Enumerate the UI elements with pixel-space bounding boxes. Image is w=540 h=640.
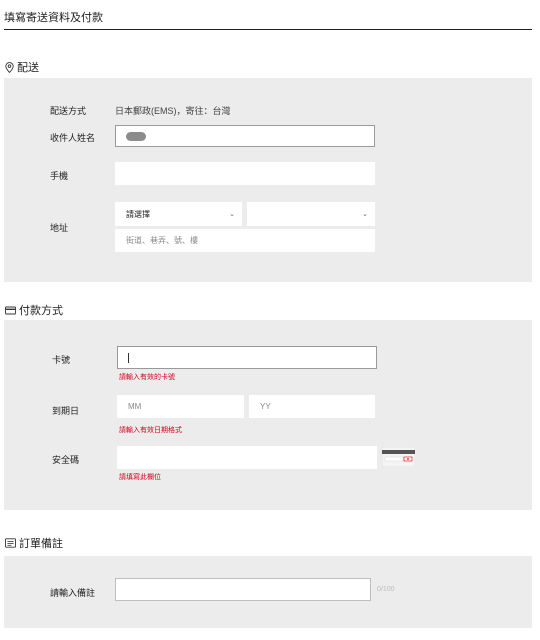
shipping-heading-label: 配送 <box>17 62 39 74</box>
cvc-label: 安全碼 <box>52 455 80 465</box>
phone-label: 手機 <box>50 171 69 181</box>
title-divider <box>4 29 532 30</box>
shipping-method-label: 配送方式 <box>50 106 87 116</box>
note-char-counter: 0/100 <box>377 586 395 593</box>
notes-heading: 訂單備註 <box>5 535 63 551</box>
expiry-year-placeholder: YY <box>260 402 271 411</box>
recipient-name-input[interactable] <box>115 125 375 147</box>
region-select-value: 請選擇 <box>126 209 150 219</box>
card-back-cvc-icon <box>381 446 416 469</box>
expiry-month-placeholder: MM <box>128 402 142 411</box>
cvc-input[interactable] <box>117 446 377 469</box>
card-number-label: 卡號 <box>52 355 71 365</box>
payment-heading: 付款方式 <box>5 302 63 318</box>
region-select[interactable]: 請選擇 ⌄ <box>115 202 242 226</box>
payment-heading-label: 付款方式 <box>19 305 63 317</box>
recipient-name-label: 收件人姓名 <box>50 133 96 143</box>
expiry-year-input[interactable]: YY <box>249 395 375 418</box>
chevron-down-icon: ⌄ <box>362 211 368 218</box>
chevron-down-icon: ⌄ <box>229 211 235 218</box>
phone-input[interactable] <box>115 162 375 185</box>
autofill-name-chip <box>126 131 146 141</box>
card-number-input[interactable] <box>117 346 377 369</box>
shipping-heading: 配送 <box>5 59 39 75</box>
page-title: 填寫寄送資料及付款 <box>4 12 103 24</box>
district-select[interactable]: ⌄ <box>247 202 375 226</box>
notes-heading-label: 訂單備註 <box>19 538 63 550</box>
shipping-method-value: 日本郵政(EMS)，寄往：台灣 <box>115 106 231 116</box>
location-pin-icon <box>5 61 14 73</box>
order-note-input[interactable] <box>115 578 371 601</box>
expiry-month-input[interactable]: MM <box>117 395 244 418</box>
address-label: 地址 <box>50 223 69 233</box>
payment-panel: 卡號 請輸入有效的卡號 到期日 MM YY 請輸入有效日期格式 安全碼 請填寫此… <box>4 320 532 510</box>
credit-card-icon <box>5 306 16 315</box>
shipping-panel: 配送方式 日本郵政(EMS)，寄往：台灣 收件人姓名 手機 地址 請選擇 ⌄ ⌄… <box>4 78 532 282</box>
order-note-label: 請輸入備註 <box>50 588 96 598</box>
street-input-placeholder: 街道、巷弄、號、樓 <box>126 236 198 245</box>
expiry-error: 請輸入有效日期格式 <box>119 427 182 434</box>
street-input[interactable]: 街道、巷弄、號、樓 <box>115 229 375 252</box>
card-number-error: 請輸入有效的卡號 <box>119 374 175 381</box>
notes-icon <box>5 538 16 548</box>
cvc-error: 請填寫此欄位 <box>119 474 161 481</box>
notes-panel: 請輸入備註 0/100 <box>4 556 532 628</box>
text-cursor <box>128 352 129 363</box>
expiry-label: 到期日 <box>52 406 80 416</box>
